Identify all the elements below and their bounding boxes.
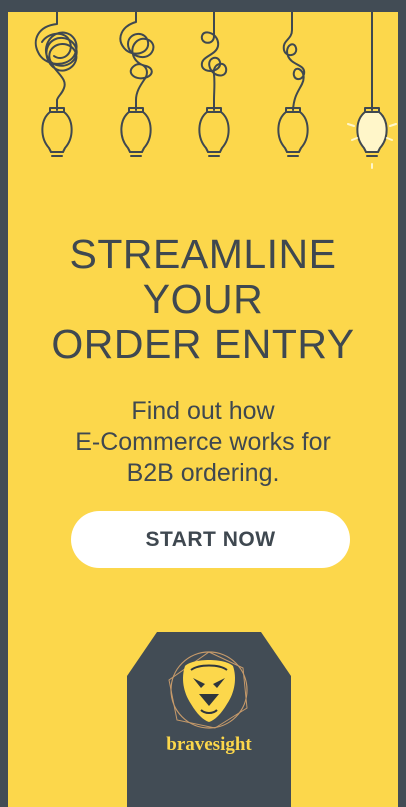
light-bulbs-illustration	[34, 12, 397, 169]
tangled-bulb-icon-3	[198, 12, 230, 157]
headline-line-1: STREAMLINE	[69, 231, 337, 277]
logo-badge	[127, 632, 291, 807]
subtext-line-3: B2B ordering.	[126, 459, 280, 487]
tangled-bulb-icon-2	[119, 12, 155, 157]
ad-banner[interactable]: STREAMLINE YOUR ORDER ENTRY Find out how…	[8, 12, 398, 807]
tangled-bulb-icon-1	[34, 12, 78, 157]
subtext: Find out how E-Commerce works for B2B or…	[8, 396, 398, 489]
subtext-line-2: E-Commerce works for	[75, 428, 331, 456]
tangled-bulb-icon-4	[277, 12, 309, 157]
headline: STREAMLINE YOUR ORDER ENTRY	[8, 232, 398, 367]
lit-bulb-icon	[347, 12, 397, 169]
bravesight-logo[interactable]: bravesight	[127, 632, 291, 807]
headline-line-3: ORDER ENTRY	[51, 321, 355, 367]
headline-line-2: YOUR	[142, 276, 264, 322]
brand-name: bravesight	[166, 734, 252, 755]
subtext-line-1: Find out how	[131, 397, 275, 425]
start-now-button[interactable]: START NOW	[71, 511, 350, 568]
